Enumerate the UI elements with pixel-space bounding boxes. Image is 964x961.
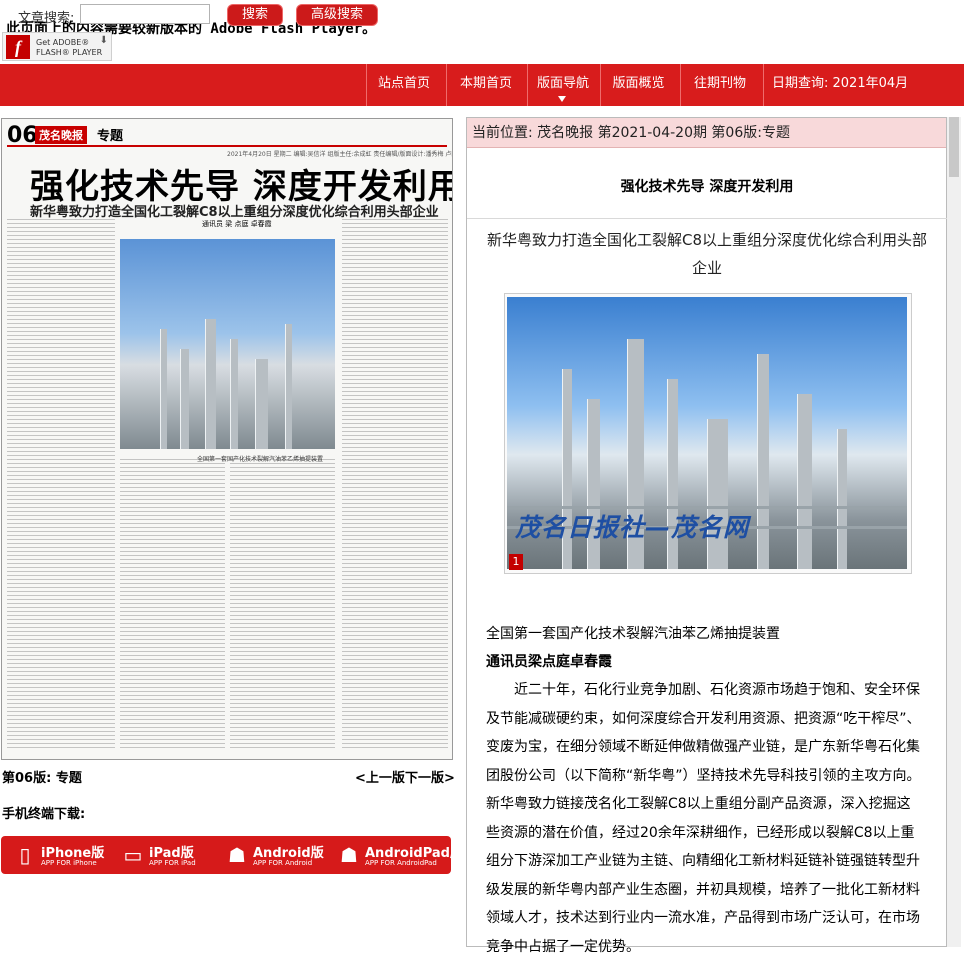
main-nav: 站点首页 本期首页 版面导航 版面概览 往期刊物 日期查询: 2021年04月2… <box>0 64 964 131</box>
flash-badge-line1: Get ADOBE® <box>36 38 90 47</box>
photo-index-badge[interactable]: 1 <box>509 554 523 570</box>
next-page-link[interactable]: 下一版> <box>405 767 455 786</box>
paper-masthead: 茂名晚报 <box>35 126 87 144</box>
app-sub: APP FOR iPhone <box>41 859 97 867</box>
tablet-icon: ▭ <box>123 843 143 867</box>
paper-section: 专题 <box>97 129 124 144</box>
article-title: 强化技术先导 深度开发利用 <box>620 179 794 195</box>
paper-text-column[interactable] <box>342 219 448 749</box>
title-divider <box>467 218 947 219</box>
paper-rule <box>7 145 447 147</box>
paper-text-column[interactable] <box>230 459 335 749</box>
flash-logo-icon: f <box>6 35 30 59</box>
nav-date-query[interactable]: 日期查询: 2021年04月20日 <box>763 64 923 131</box>
mobile-app-bar: ▯ iPhone版 APP FOR iPhone ▭ iPad版 APP FOR… <box>1 836 463 874</box>
breadcrumb: 当前位置: 茂名晚报 第2021-04-20期 第06版:专题 <box>467 118 946 148</box>
article-scrollbar[interactable] <box>947 117 961 947</box>
paper-text-column[interactable] <box>7 219 115 749</box>
get-flash-player-badge[interactable]: f Get ADOBE® FLASH® PLAYER ⬇ <box>2 32 112 61</box>
newspaper-page-image[interactable]: 06 茂名晚报 专题 2021年4月20日 星期二 编辑:吴信洋 组版主任:余成… <box>1 118 453 760</box>
ipad-app-button[interactable]: ▭ iPad版 APP FOR iPad <box>123 836 213 874</box>
nav-page-overview[interactable]: 版面概览 <box>600 64 676 106</box>
flash-badge-line2: FLASH® PLAYER <box>36 48 103 57</box>
article-body: 近二十年，石化行业竞争加剧、石化资源市场趋于饱和、安全环保及节能减碳硬约束，如何… <box>486 682 921 955</box>
article-author: 通讯员梁点庭卓春霞 <box>486 654 612 670</box>
nav-site-home[interactable]: 站点首页 <box>366 64 441 106</box>
android-app-button[interactable]: ☗ Android版 APP FOR Android <box>227 836 327 874</box>
prev-page-link[interactable]: <上一版 <box>355 767 405 786</box>
article-subtitle: 新华粤致力打造全国化工裂解C8以上重组分深度优化综合利用头部企业 <box>486 231 928 277</box>
android-icon: ☗ <box>340 843 358 867</box>
app-sub: APP FOR AndroidPad <box>365 859 437 867</box>
search-input[interactable] <box>80 4 210 24</box>
phone-icon: ▯ <box>19 843 31 867</box>
caret-down-icon <box>558 96 566 102</box>
photo-watermark: 茂名日报社—茂名网 <box>515 513 750 542</box>
nav-issue-home[interactable]: 本期首页 <box>446 64 525 106</box>
photo-caption: 全国第一套国产化技术裂解汽油苯乙烯抽提装置 <box>486 626 780 642</box>
scrollbar-thumb[interactable] <box>949 117 959 177</box>
search-button[interactable]: 搜索 <box>227 4 283 26</box>
app-sub: APP FOR Android <box>253 859 313 867</box>
paper-meta: 2021年4月20日 星期二 编辑:吴信洋 组版主任:余成虹 责任编辑/版面设计… <box>227 151 453 158</box>
caret-down-icon[interactable] <box>933 13 943 20</box>
androidpad-app-button[interactable]: ☗ AndroidPad版 APP FOR AndroidPad <box>339 836 463 874</box>
paper-photo[interactable] <box>120 239 335 449</box>
mobile-download-title: 手机终端下载: <box>2 807 86 822</box>
paper-byline: 通讯员 梁 点庭 卓春霞 <box>202 220 272 228</box>
app-sub: APP FOR iPad <box>149 859 196 867</box>
advanced-search-button[interactable]: 高级搜索 <box>296 4 378 26</box>
nav-past-issues[interactable]: 往期刊物 <box>680 64 759 106</box>
search-label: 文章搜索: <box>18 11 75 26</box>
current-page-label: 第06版: 专题 <box>2 771 82 786</box>
download-arrow-icon: ⬇ <box>99 35 108 46</box>
paper-photo-caption: 全国第一套国产化技术裂解汽油苯乙烯抽提装置 <box>197 456 324 463</box>
iphone-app-button[interactable]: ▯ iPhone版 APP FOR iPhone <box>15 836 115 874</box>
android-icon: ☗ <box>228 843 246 867</box>
paper-subheadline[interactable]: 新华粤致力打造全国化工裂解C8以上重组分深度优化综合利用头部企业 <box>30 201 439 220</box>
paper-text-column[interactable] <box>120 459 225 749</box>
